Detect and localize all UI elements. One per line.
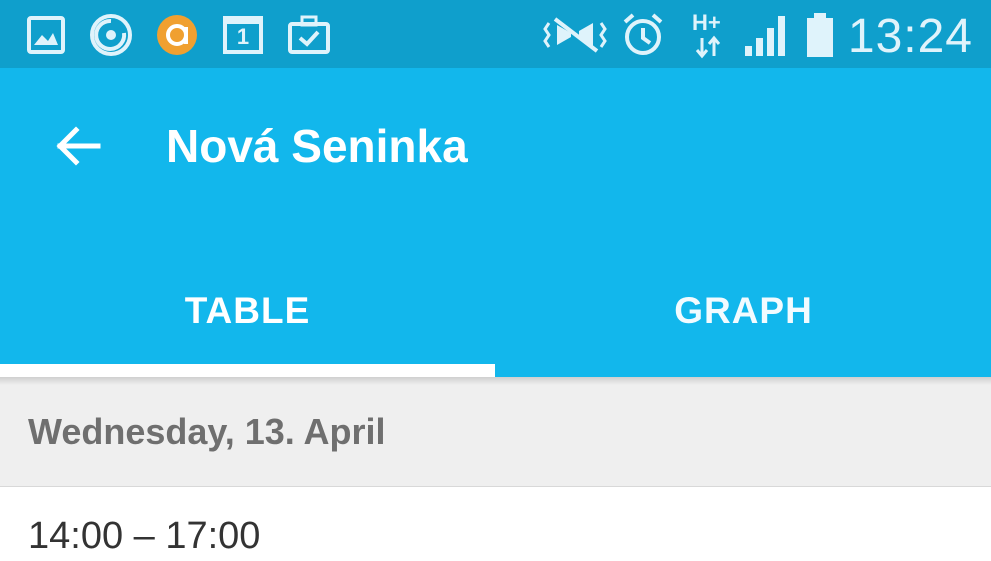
- battery-icon: [802, 10, 838, 60]
- tab-graph[interactable]: GRAPH: [496, 258, 991, 364]
- list-item[interactable]: 14:00 – 17:00: [0, 487, 991, 558]
- tab-table[interactable]: TABLE: [0, 258, 495, 364]
- avast-icon: [153, 10, 201, 60]
- app-bar-shadow: [0, 377, 991, 385]
- calendar-day-label: 1: [236, 24, 250, 49]
- sync-icon: [86, 10, 136, 60]
- app-bar: Nová Seninka TABLE GRAPH: [0, 68, 991, 377]
- date-header-text: Wednesday, 13. April: [28, 411, 386, 452]
- tab-graph-label: GRAPH: [674, 290, 813, 331]
- calendar-icon: 1: [220, 10, 266, 60]
- page-title: Nová Seninka: [166, 120, 468, 172]
- signal-icon: [742, 10, 790, 60]
- back-button[interactable]: [40, 108, 116, 184]
- vibrate-icon: [542, 10, 608, 60]
- tab-selection-indicator: [0, 364, 495, 377]
- status-bar: 1 H+ 13:24: [0, 0, 991, 68]
- network-hplus-icon: H+: [690, 10, 730, 60]
- date-section-header: Wednesday, 13. April: [0, 377, 991, 487]
- gallery-icon: [24, 10, 68, 60]
- status-time: 13:24: [847, 9, 973, 63]
- alarm-icon: [620, 10, 666, 60]
- time-range-text: 14:00 – 17:00: [28, 515, 261, 557]
- briefcase-check-icon: [286, 10, 332, 60]
- arrow-left-icon: [56, 126, 101, 166]
- tab-table-label: TABLE: [184, 290, 311, 331]
